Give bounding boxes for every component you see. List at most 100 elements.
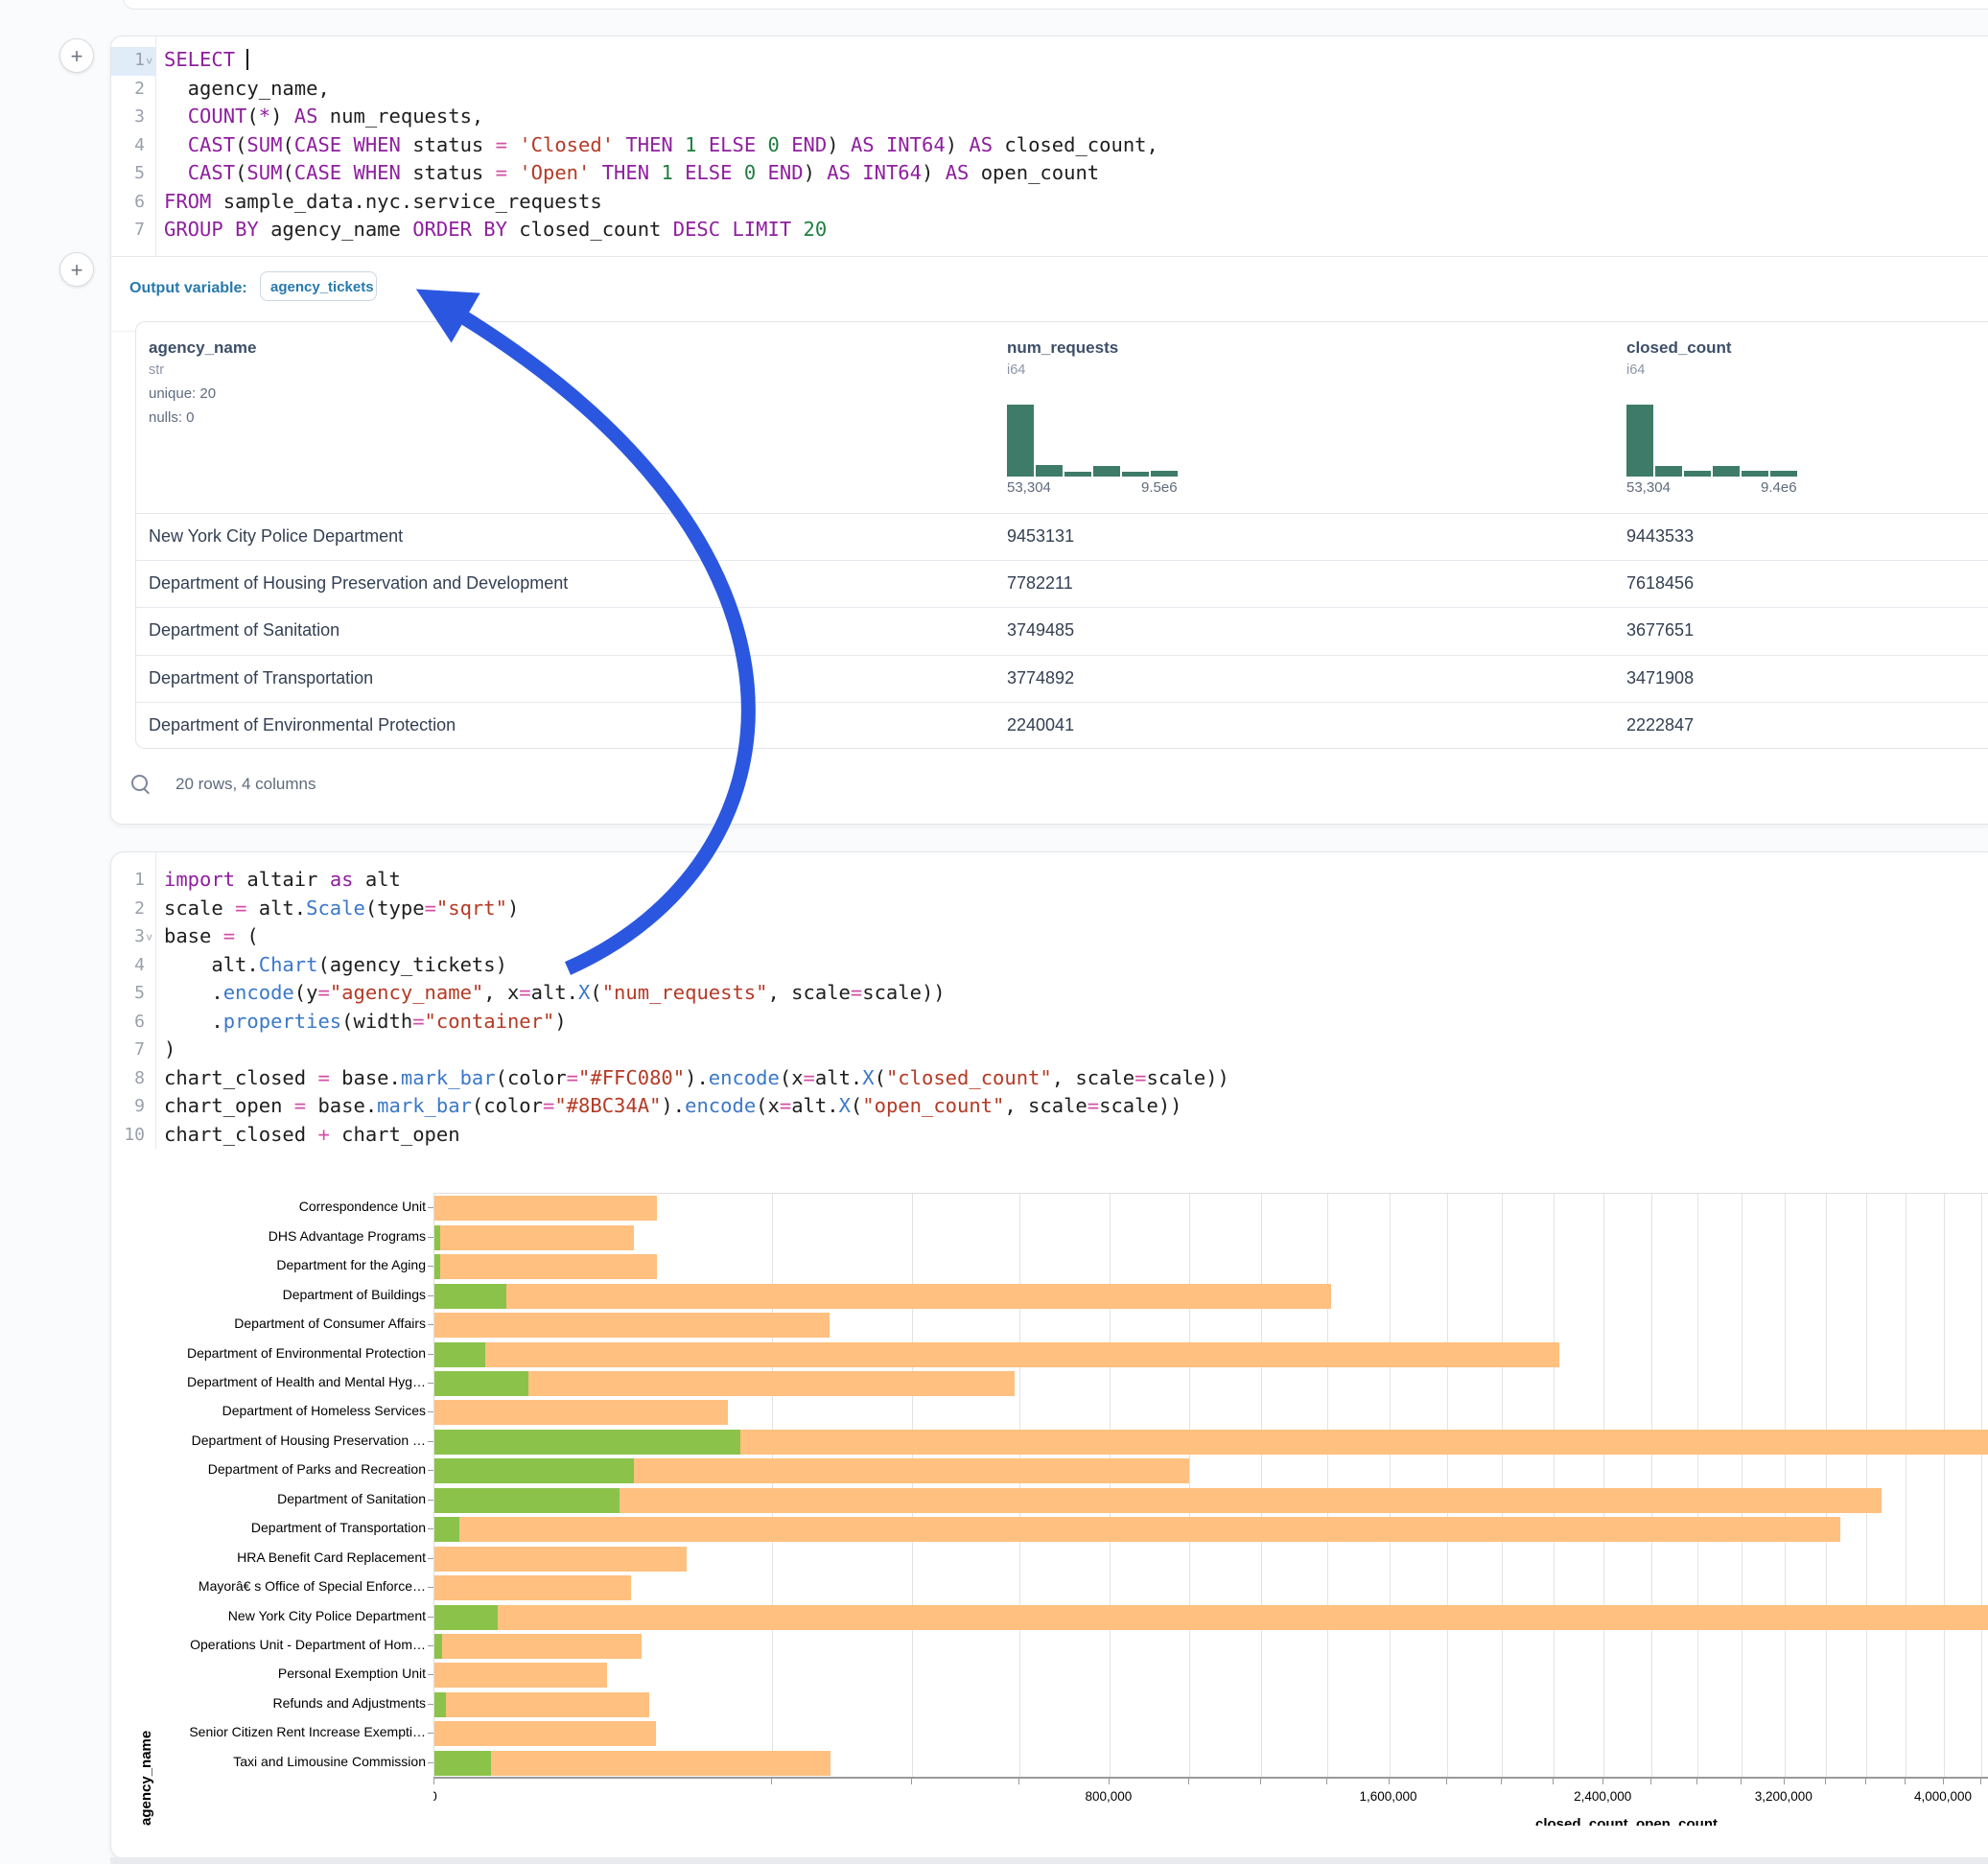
token: ) <box>270 105 294 128</box>
bar-closed-count <box>434 1751 830 1776</box>
gridline <box>1390 1194 1391 1778</box>
bar-open-count <box>434 1225 440 1250</box>
table-row[interactable]: Department of Environmental Protection22… <box>136 702 1988 749</box>
token: SELECT <box>164 48 235 71</box>
token <box>875 133 886 156</box>
token: = <box>804 1066 815 1089</box>
table-cell: New York City Police Department <box>149 526 403 547</box>
token: "open_count" <box>862 1094 1004 1117</box>
token <box>341 133 353 156</box>
gridline <box>1651 1194 1652 1778</box>
token: 1 <box>661 161 672 184</box>
code-line: 2scale = alt.Scale(type="sqrt") <box>111 895 1988 923</box>
table-cell: Department of Environmental Protection <box>149 715 456 735</box>
code-text: SELECT <box>164 46 248 75</box>
bar-open-count <box>434 1634 442 1659</box>
y-tick-label: Department of Transportation <box>138 1520 426 1535</box>
output-variable-pill[interactable]: agency_tickets <box>260 271 377 301</box>
token: open_count <box>969 161 1099 184</box>
token: , x <box>483 981 519 1004</box>
y-tick-label: Personal Exemption Unit <box>138 1666 426 1681</box>
table-cell: 7618456 <box>1626 573 1694 594</box>
axis-tick <box>1784 1779 1785 1784</box>
bar-closed-count <box>434 1547 687 1572</box>
code-line: 7) <box>111 1036 1988 1064</box>
table-row[interactable]: Department of Transportation377489234719… <box>136 655 1988 703</box>
code-text: base = ( <box>164 922 259 951</box>
table-footer: 20 rows, 4 columns <box>130 763 316 805</box>
token: chart_closed <box>164 1123 317 1146</box>
axis-tick <box>1389 1779 1390 1784</box>
add-cell-button-top[interactable]: + <box>59 38 94 73</box>
code-text: COUNT(*) AS num_requests, <box>164 103 483 131</box>
token: CAST <box>188 161 235 184</box>
token: ( <box>246 105 258 128</box>
table-row[interactable]: New York City Police Department945313194… <box>136 513 1988 561</box>
code-line: 1import altair as alt <box>111 866 1988 895</box>
bar-closed-count <box>434 1692 649 1717</box>
axis-tick <box>1943 1779 1944 1784</box>
column-header[interactable]: num_requestsi64 <box>1007 322 1118 378</box>
token: status <box>401 133 496 156</box>
token: ) <box>507 897 519 920</box>
token: num_requests, <box>317 105 483 128</box>
y-tick-label: Department of Environmental Protection <box>138 1345 426 1361</box>
table-row[interactable]: Department of Sanitation37494853677651 <box>136 607 1988 655</box>
token: = <box>496 133 507 156</box>
search-icon[interactable] <box>130 774 152 795</box>
gridline <box>1866 1194 1867 1778</box>
token: alt <box>354 868 401 891</box>
token: X <box>578 981 590 1004</box>
axis-tick <box>1825 1779 1826 1784</box>
bar-open-count <box>434 1692 446 1717</box>
table-row[interactable]: Department of Housing Preservation and D… <box>136 560 1988 608</box>
gridline <box>1502 1194 1503 1778</box>
token: * <box>259 105 270 128</box>
token <box>649 161 661 184</box>
code-text: GROUP BY agency_name ORDER BY closed_cou… <box>164 216 827 245</box>
line-number: 6 <box>111 1008 145 1037</box>
token: ( <box>282 161 293 184</box>
table-cell: Department of Sanitation <box>149 620 339 641</box>
column-header[interactable]: agency_namestrunique: 20nulls: 0 <box>149 322 256 426</box>
y-tick-label: Senior Citizen Rent Increase Exempti… <box>138 1724 426 1739</box>
token: as <box>330 868 354 891</box>
bar-open-count <box>434 1284 506 1309</box>
add-cell-button-middle[interactable]: + <box>59 252 94 287</box>
bar-open-count <box>434 1517 459 1542</box>
token <box>720 218 732 241</box>
token <box>507 133 519 156</box>
table-cell: 9453131 <box>1007 526 1074 547</box>
axis-tick <box>1188 1779 1189 1784</box>
token: (agency_tickets) <box>317 953 506 976</box>
token: AS <box>294 105 318 128</box>
token: alt. <box>815 1066 862 1089</box>
token: ). <box>685 1066 709 1089</box>
axis-tick <box>771 1779 772 1784</box>
axis-tick <box>1109 1779 1110 1784</box>
token: ( <box>875 1066 886 1089</box>
axis-tick <box>1018 1779 1019 1784</box>
token: (color <box>472 1094 543 1117</box>
y-tick-label: Refunds and Adjustments <box>138 1695 426 1711</box>
token: alt. <box>791 1094 838 1117</box>
y-tick-label: Correspondence Unit <box>138 1199 426 1214</box>
code-line: 9chart_open = base.mark_bar(color="#8BC3… <box>111 1092 1988 1121</box>
sql-code-editor[interactable]: 1˅SELECT 2 agency_name,3 COUNT(*) AS num… <box>111 36 1988 256</box>
token: encode <box>685 1094 756 1117</box>
code-line: 6 .properties(width="container") <box>111 1008 1988 1037</box>
token: X <box>862 1066 874 1089</box>
column-name: closed_count <box>1626 338 1732 358</box>
bar-closed-count <box>434 1196 657 1221</box>
y-tick-label: Taxi and Limousine Commission <box>138 1754 426 1769</box>
chevron-down-icon[interactable]: ˅ <box>146 48 152 77</box>
token: CASE <box>294 133 341 156</box>
token <box>507 161 519 184</box>
y-tick-label: New York City Police Department <box>138 1608 426 1623</box>
token: "#8BC34A" <box>554 1094 661 1117</box>
token <box>696 133 708 156</box>
chevron-down-icon[interactable]: ˅ <box>146 924 152 953</box>
column-header[interactable]: closed_counti64 <box>1626 322 1732 378</box>
x-tick-label: 800,000 <box>1085 1789 1132 1804</box>
python-code-editor[interactable]: 1import altair as alt2scale = alt.Scale(… <box>111 852 1988 1150</box>
